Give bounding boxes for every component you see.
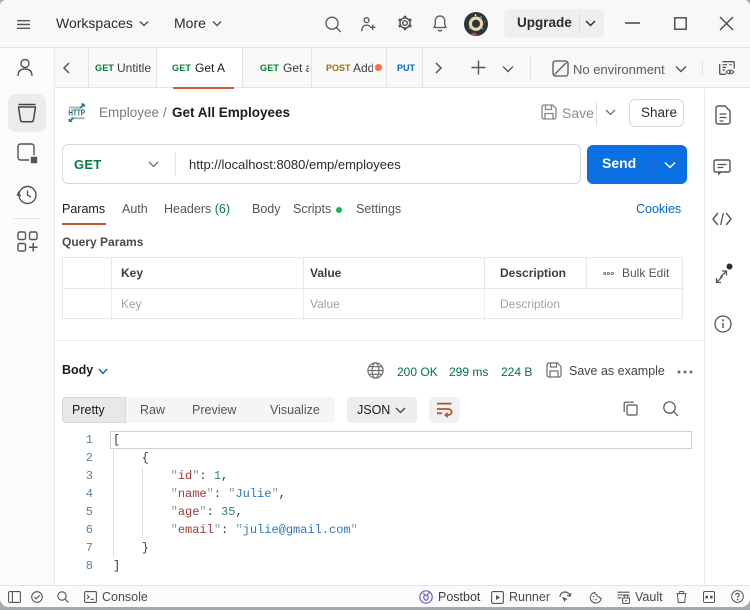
- svg-text:HTTP: HTTP: [68, 108, 85, 118]
